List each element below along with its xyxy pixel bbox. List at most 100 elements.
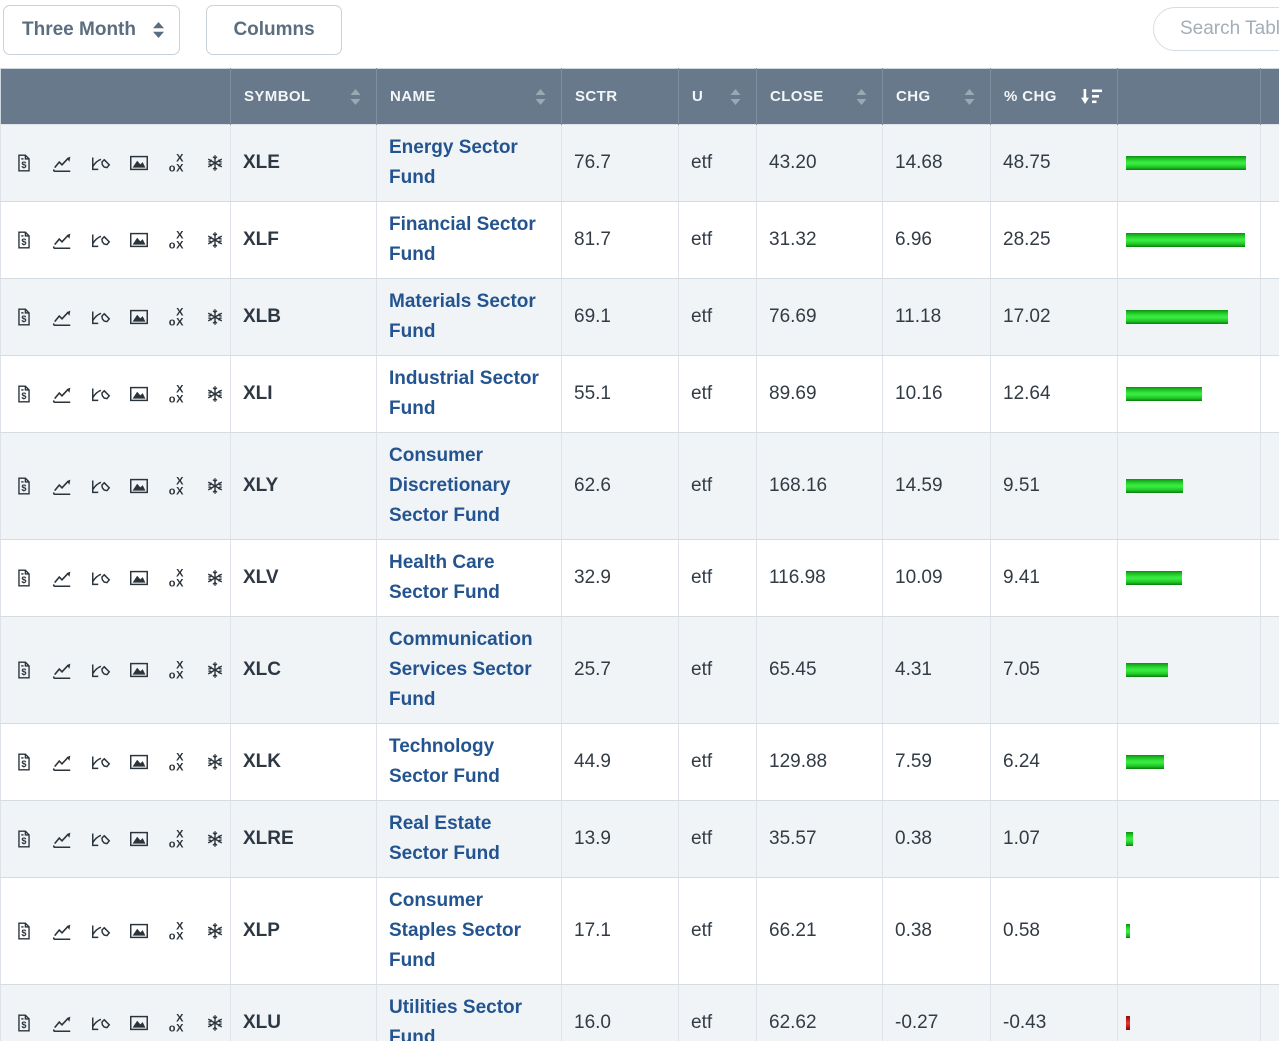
- seasonality-chart-icon[interactable]: [204, 1012, 226, 1034]
- fund-name-link[interactable]: Consumer Staples Sector Fund: [389, 890, 521, 971]
- fund-name-link[interactable]: Energy Sector Fund: [389, 137, 518, 188]
- sharpchart-icon[interactable]: [51, 920, 73, 942]
- sharpchart-icon[interactable]: [51, 306, 73, 328]
- interactive-chart-icon[interactable]: [90, 229, 112, 251]
- gallery-view-icon[interactable]: [128, 475, 150, 497]
- sort-toggle-icon[interactable]: [855, 88, 868, 106]
- column-header-pct_chg[interactable]: % CHG: [990, 68, 1118, 125]
- seasonality-chart-icon[interactable]: [204, 475, 226, 497]
- fund-name-link[interactable]: Communication Services Sector Fund: [389, 629, 533, 710]
- seasonality-chart-icon[interactable]: [204, 383, 226, 405]
- column-header-sctr[interactable]: SCTR: [561, 68, 679, 125]
- gallery-view-icon[interactable]: [128, 828, 150, 850]
- point-figure-chart-icon[interactable]: X o X: [166, 751, 188, 773]
- sharpchart-icon[interactable]: [51, 567, 73, 589]
- column-header-name[interactable]: NAME: [376, 68, 562, 125]
- symbol-cell: XLB: [230, 278, 377, 356]
- sort-toggle-icon[interactable]: [729, 88, 742, 106]
- svg-text:o: o: [169, 393, 176, 405]
- sharpchart-icon[interactable]: [51, 751, 73, 773]
- column-header-u[interactable]: U: [678, 68, 757, 125]
- interactive-chart-icon[interactable]: [90, 475, 112, 497]
- point-figure-chart-icon[interactable]: X o X: [166, 567, 188, 589]
- chg-cell: 0.38: [882, 877, 991, 985]
- seasonality-chart-icon[interactable]: [204, 567, 226, 589]
- fund-name-link[interactable]: Technology Sector Fund: [389, 736, 500, 787]
- column-header-chg[interactable]: CHG: [882, 68, 991, 125]
- fund-name-link[interactable]: Materials Sector Fund: [389, 291, 536, 342]
- interactive-chart-icon[interactable]: [90, 920, 112, 942]
- symbol-summary-icon[interactable]: $: [13, 475, 35, 497]
- symbol-summary-icon[interactable]: $: [13, 1012, 35, 1034]
- sharpchart-icon[interactable]: [51, 475, 73, 497]
- gallery-view-icon[interactable]: [128, 567, 150, 589]
- sharpchart-icon[interactable]: [51, 152, 73, 174]
- sort-desc-icon[interactable]: [1081, 88, 1103, 105]
- seasonality-chart-icon[interactable]: [204, 828, 226, 850]
- interactive-chart-icon[interactable]: [90, 152, 112, 174]
- symbol-summary-icon[interactable]: $: [13, 383, 35, 405]
- gallery-view-icon[interactable]: [128, 306, 150, 328]
- symbol-summary-icon[interactable]: $: [13, 920, 35, 942]
- symbol-summary-icon[interactable]: $: [13, 567, 35, 589]
- seasonality-chart-icon[interactable]: [204, 229, 226, 251]
- fund-name-link[interactable]: Real Estate Sector Fund: [389, 813, 500, 864]
- seasonality-chart-icon[interactable]: [204, 152, 226, 174]
- gallery-view-icon[interactable]: [128, 920, 150, 942]
- sort-toggle-icon[interactable]: [349, 88, 362, 106]
- gallery-view-icon[interactable]: [128, 383, 150, 405]
- interactive-chart-icon[interactable]: [90, 1012, 112, 1034]
- seasonality-chart-icon[interactable]: [204, 659, 226, 681]
- svg-text:$: $: [21, 1020, 26, 1030]
- fund-name-link[interactable]: Consumer Discretionary Sector Fund: [389, 445, 510, 526]
- symbol-summary-icon[interactable]: $: [13, 751, 35, 773]
- symbol-summary-icon[interactable]: $: [13, 152, 35, 174]
- seasonality-chart-icon[interactable]: [204, 751, 226, 773]
- sort-toggle-icon[interactable]: [534, 88, 547, 106]
- search-input[interactable]: [1153, 7, 1279, 51]
- point-figure-chart-icon[interactable]: X o X: [166, 828, 188, 850]
- fund-name-link[interactable]: Financial Sector Fund: [389, 214, 536, 265]
- sharpchart-icon[interactable]: [51, 383, 73, 405]
- interactive-chart-icon[interactable]: [90, 567, 112, 589]
- fund-name-link[interactable]: Health Care Sector Fund: [389, 552, 500, 603]
- sharpchart-icon[interactable]: [51, 659, 73, 681]
- point-figure-chart-icon[interactable]: X o X: [166, 920, 188, 942]
- symbol-summary-icon[interactable]: $: [13, 306, 35, 328]
- symbol-summary-icon[interactable]: $: [13, 229, 35, 251]
- gallery-view-icon[interactable]: [128, 751, 150, 773]
- gallery-view-icon[interactable]: [128, 229, 150, 251]
- symbol-summary-icon[interactable]: $: [13, 659, 35, 681]
- fund-name-link[interactable]: Industrial Sector Fund: [389, 368, 539, 419]
- interactive-chart-icon[interactable]: [90, 306, 112, 328]
- symbol-cell: XLI: [230, 355, 377, 433]
- sharpchart-icon[interactable]: [51, 1012, 73, 1034]
- column-header-close[interactable]: CLOSE: [756, 68, 883, 125]
- fund-name-link[interactable]: Utilities Sector Fund: [389, 997, 522, 1041]
- interactive-chart-icon[interactable]: [90, 751, 112, 773]
- gallery-view-icon[interactable]: [128, 152, 150, 174]
- sharpchart-icon[interactable]: [51, 828, 73, 850]
- symbol-summary-icon[interactable]: $: [13, 828, 35, 850]
- point-figure-chart-icon[interactable]: X o X: [166, 152, 188, 174]
- period-select[interactable]: Three Month: [3, 5, 180, 55]
- columns-button[interactable]: Columns: [206, 5, 342, 55]
- point-figure-chart-icon[interactable]: X o X: [166, 229, 188, 251]
- sharpchart-icon[interactable]: [51, 229, 73, 251]
- interactive-chart-icon[interactable]: [90, 383, 112, 405]
- point-figure-chart-icon[interactable]: X o X: [166, 383, 188, 405]
- u-cell: etf: [678, 616, 757, 724]
- gallery-view-icon[interactable]: [128, 659, 150, 681]
- point-figure-chart-icon[interactable]: X o X: [166, 659, 188, 681]
- sort-toggle-icon[interactable]: [963, 88, 976, 106]
- interactive-chart-icon[interactable]: [90, 828, 112, 850]
- seasonality-chart-icon[interactable]: [204, 920, 226, 942]
- row-actions-cell: $ X o X: [0, 201, 231, 279]
- point-figure-chart-icon[interactable]: X o X: [166, 306, 188, 328]
- gallery-view-icon[interactable]: [128, 1012, 150, 1034]
- point-figure-chart-icon[interactable]: X o X: [166, 1012, 188, 1034]
- column-header-symbol[interactable]: SYMBOL: [230, 68, 377, 125]
- interactive-chart-icon[interactable]: [90, 659, 112, 681]
- point-figure-chart-icon[interactable]: X o X: [166, 475, 188, 497]
- seasonality-chart-icon[interactable]: [204, 306, 226, 328]
